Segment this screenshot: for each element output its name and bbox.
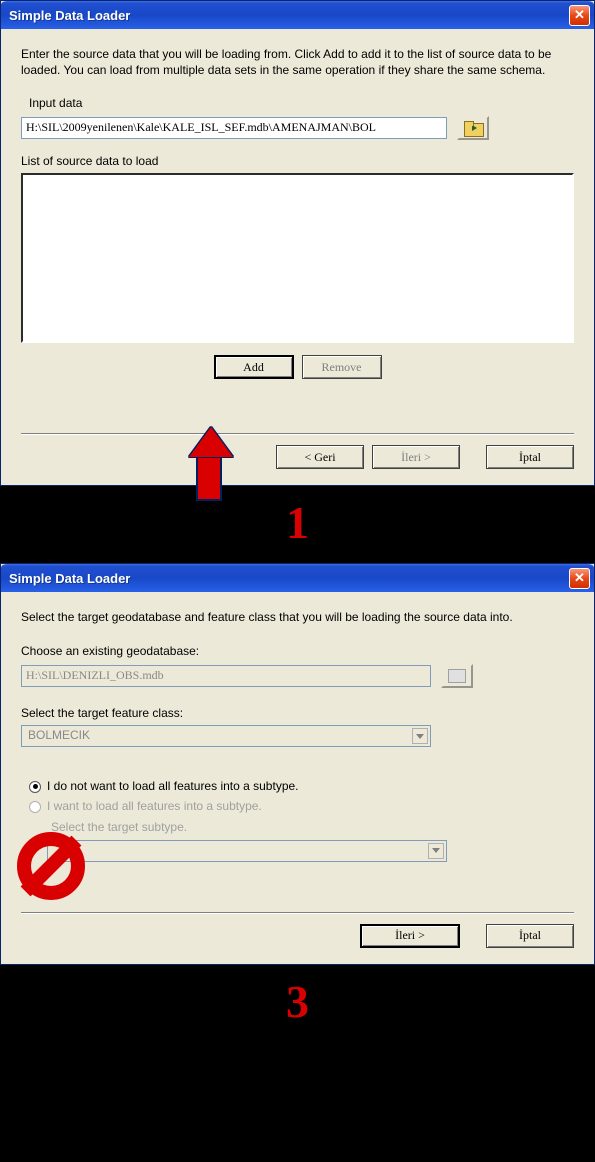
description: Enter the source data that you will be l…	[21, 47, 574, 78]
dialog-source-data: Simple Data Loader ✕ Enter the source da…	[0, 0, 595, 486]
close-icon[interactable]: ✕	[569, 5, 590, 26]
radio-icon	[29, 781, 41, 793]
separator	[21, 433, 574, 435]
cancel-button[interactable]: İptal	[486, 445, 574, 469]
radio-load-subtype: I want to load all features into a subty…	[29, 799, 574, 815]
folder-open-icon	[464, 121, 482, 135]
step-number-1: 1	[0, 486, 595, 563]
geodb-label: Choose an existing geodatabase:	[21, 644, 574, 660]
title-text: Simple Data Loader	[9, 8, 130, 23]
browse-button	[441, 664, 473, 688]
dialog-body: Select the target geodatabase and featur…	[1, 592, 594, 964]
feature-class-dropdown: BOLMECIK	[21, 725, 431, 747]
feature-class-value: BOLMECIK	[28, 728, 90, 744]
remove-button: Remove	[302, 355, 382, 379]
titlebar[interactable]: Simple Data Loader ✕	[1, 1, 594, 29]
radio-label: I do not want to load all features into …	[47, 779, 299, 795]
cancel-button[interactable]: İptal	[486, 924, 574, 948]
chevron-down-icon	[428, 843, 444, 859]
titlebar[interactable]: Simple Data Loader ✕	[1, 564, 594, 592]
prohibition-icon	[17, 832, 85, 900]
folder-icon	[448, 669, 466, 683]
browse-button[interactable]	[457, 116, 489, 140]
close-icon[interactable]: ✕	[569, 568, 590, 589]
arrow-up-annotation	[189, 427, 229, 507]
subtype-dropdown	[47, 840, 447, 862]
radio-label: I want to load all features into a subty…	[47, 799, 262, 815]
add-button[interactable]: Add	[214, 355, 294, 379]
input-data-field[interactable]	[21, 117, 447, 139]
next-button[interactable]: İleri >	[360, 924, 460, 948]
step-number-3: 3	[0, 965, 595, 1042]
next-button: İleri >	[372, 445, 460, 469]
title-text: Simple Data Loader	[9, 571, 130, 586]
back-button[interactable]: < Geri	[276, 445, 364, 469]
feature-class-label: Select the target feature class:	[21, 706, 574, 722]
separator	[21, 912, 574, 914]
radio-icon	[29, 801, 41, 813]
geodb-field	[21, 665, 431, 687]
list-label: List of source data to load	[21, 154, 574, 170]
dialog-body: Enter the source data that you will be l…	[1, 29, 594, 485]
source-listbox[interactable]	[21, 173, 574, 343]
radio-no-subtype[interactable]: I do not want to load all features into …	[29, 779, 574, 795]
dialog-target-geodb: Simple Data Loader ✕ Select the target g…	[0, 563, 595, 965]
chevron-down-icon	[412, 728, 428, 744]
target-subtype-label: Select the target subtype.	[51, 820, 574, 836]
description: Select the target geodatabase and featur…	[21, 610, 574, 626]
input-data-label: Input data	[29, 96, 574, 112]
